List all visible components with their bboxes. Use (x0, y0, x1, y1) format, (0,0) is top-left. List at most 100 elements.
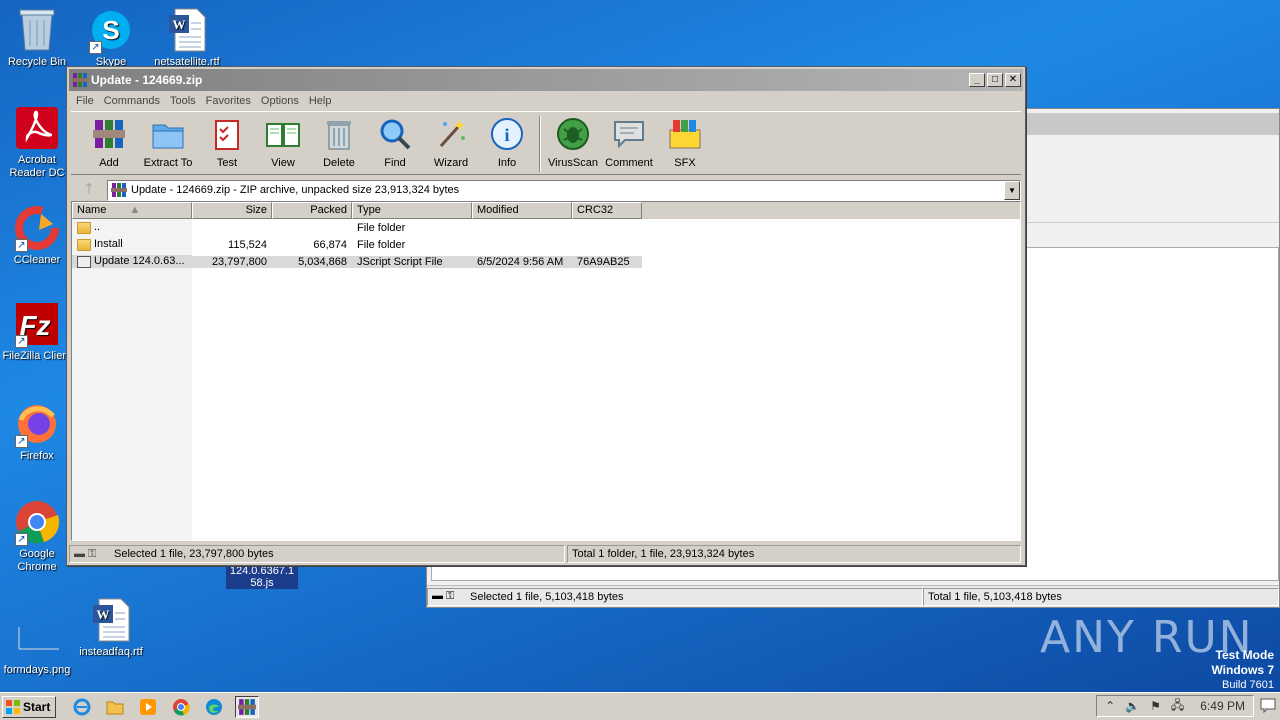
virusscan-button[interactable]: VirusScan (545, 116, 601, 169)
info-button[interactable]: i Info (479, 116, 535, 169)
table-row-selected[interactable]: Update 124.0.63... 23,797,800 5,034,868 … (72, 253, 1020, 270)
sort-ascending-icon: ▲ (129, 204, 141, 216)
menu-commands[interactable]: Commands (99, 95, 165, 107)
taskbar-ie[interactable] (70, 696, 94, 718)
desktop-icon-acrobat[interactable]: Acrobat Reader DC (0, 104, 74, 180)
desktop-icon-label: Recycle Bin (7, 56, 67, 68)
book-icon (266, 123, 300, 147)
add-button[interactable]: Add (81, 116, 137, 169)
network-icon[interactable]: 🖧 (1171, 696, 1184, 717)
file-list[interactable]: Name ▲ Size Packed Type Modified CRC32 .… (71, 201, 1021, 541)
desktop-icon-netsatellite[interactable]: W netsatellite.rtf (150, 6, 224, 69)
shortcut-arrow-icon: ↗ (15, 335, 28, 348)
folder-icon (152, 124, 184, 149)
up-one-level-button[interactable]: 🡑 (71, 178, 107, 202)
bg-status-total: Total 1 file, 5,103,418 bytes (928, 590, 1062, 603)
svg-text:W: W (97, 607, 110, 622)
word-document-icon: W (87, 596, 135, 644)
shortcut-arrow-icon: ↗ (15, 533, 28, 546)
table-row[interactable]: .. File folder (72, 219, 1020, 236)
trash-icon (327, 121, 351, 150)
shortcut-arrow-icon: ↗ (15, 239, 28, 252)
file-list-header: Name ▲ Size Packed Type Modified CRC32 (72, 202, 1020, 219)
desktop-icon-label: Google Chrome (17, 548, 57, 573)
status-icons: ▬ ⚿ (74, 547, 97, 560)
column-name[interactable]: Name ▲ (72, 202, 192, 219)
desktop-icon-insteadfaq[interactable]: W insteadfaq.rtf (74, 596, 148, 659)
column-modified[interactable]: Modified (472, 202, 572, 219)
maximize-button[interactable]: □ (987, 73, 1003, 87)
desktop-icon-firefox[interactable]: ↗ Firefox (0, 400, 74, 463)
desktop-icon-label: insteadfaq.rtf (79, 646, 143, 658)
acrobat-icon (13, 104, 61, 152)
show-hidden-icons-icon[interactable]: ⌃ (1105, 699, 1115, 713)
desktop-icon-ccleaner[interactable]: ↗ CCleaner (0, 204, 74, 267)
clock[interactable]: 6:49 PM (1200, 699, 1245, 713)
taskbar-chrome[interactable] (169, 696, 193, 718)
start-button[interactable]: Start (2, 695, 56, 718)
status-icons: ▬ ⚿ (432, 590, 455, 602)
image-file-icon (13, 614, 61, 662)
menu-file[interactable]: File (71, 95, 99, 107)
desktop-selected-file-label[interactable]: 124.0.6367.1 58.js (226, 565, 298, 589)
windows-flag-icon (6, 699, 20, 714)
comment-icon (614, 121, 644, 149)
menu-help[interactable]: Help (304, 95, 337, 107)
wizard-button[interactable]: Wizard (423, 116, 479, 169)
desktop-icon-formdays[interactable]: formdays.png (0, 614, 74, 677)
status-bar: ▬ ⚿ Selected 1 file, 23,797,800 bytes To… (67, 543, 1025, 565)
taskbar-media-player[interactable] (136, 696, 160, 718)
virus-scan-icon (557, 118, 589, 150)
taskbar: Start ⌃ 🔈 ⚑ 🖧 6:49 PM (0, 692, 1280, 720)
extract-to-button[interactable]: Extract To (137, 116, 199, 169)
column-type[interactable]: Type (352, 202, 472, 219)
minimize-button[interactable]: _ (969, 73, 985, 87)
menu-favorites[interactable]: Favorites (201, 95, 256, 107)
desktop-icon-label: CCleaner (13, 254, 61, 266)
table-row[interactable]: Install 115,524 66,874 File folder (72, 236, 1020, 253)
menu-tools[interactable]: Tools (165, 95, 201, 107)
desktop-icon-filezilla[interactable]: Fz ↗ FileZilla Client (0, 300, 74, 363)
column-packed[interactable]: Packed (272, 202, 352, 219)
window-title: Update - 124669.zip (91, 73, 203, 87)
clipboard-check-icon (215, 120, 239, 150)
column-size[interactable]: Size (192, 202, 272, 219)
sfx-button[interactable]: SFX (657, 116, 713, 169)
desktop-icon-label: Acrobat Reader DC (9, 154, 65, 179)
address-text: Update - 124669.zip - ZIP archive, unpac… (131, 184, 460, 196)
find-button[interactable]: Find (367, 116, 423, 169)
firefox-icon: ↗ (13, 400, 61, 448)
magic-wand-icon (439, 120, 465, 148)
volume-icon[interactable]: 🔈 (1125, 699, 1140, 713)
taskbar-edge[interactable] (202, 696, 226, 718)
taskbar-explorer[interactable] (103, 696, 127, 718)
address-dropdown-button[interactable]: ▼ (1004, 180, 1020, 200)
comment-button[interactable]: Comment (601, 116, 657, 169)
toolbar: Add Extract To Test View Delete Find Wiz… (71, 111, 1021, 175)
winrar-icon (72, 73, 88, 87)
taskbar-winrar[interactable] (235, 695, 259, 718)
close-button[interactable]: ✕ (1005, 73, 1021, 87)
column-crc32[interactable]: CRC32 (572, 202, 642, 219)
bg-status-selected: Selected 1 file, 5,103,418 bytes (470, 590, 624, 603)
winrar-window[interactable]: Update - 124669.zip _ □ ✕ File Commands … (66, 66, 1026, 566)
desktop-icon-chrome[interactable]: ↗ Google Chrome (0, 498, 74, 574)
menu-options[interactable]: Options (256, 95, 304, 107)
winrar-icon (238, 698, 256, 715)
view-button[interactable]: View (255, 116, 311, 169)
desktop-icon-recycle-bin[interactable]: Recycle Bin (0, 6, 74, 69)
filezilla-icon: Fz ↗ (13, 300, 61, 348)
desktop-icon-label: FileZilla Client (2, 350, 72, 362)
action-center-icon[interactable]: ⚑ (1150, 699, 1161, 713)
desktop-icon-skype[interactable]: S ↗ Skype (74, 6, 148, 69)
shortcut-arrow-icon: ↗ (89, 41, 102, 54)
delete-button[interactable]: Delete (311, 116, 367, 169)
system-tray: ⌃ 🔈 ⚑ 🖧 6:49 PM (1096, 695, 1254, 717)
test-button[interactable]: Test (199, 116, 255, 169)
edge-icon (206, 698, 222, 715)
window-titlebar[interactable]: Update - 124669.zip _ □ ✕ (69, 69, 1023, 91)
arrow-up-icon: 🡑 (85, 180, 93, 196)
address-field[interactable]: Update - 124669.zip - ZIP archive, unpac… (107, 179, 1021, 201)
notification-icon[interactable] (1260, 697, 1276, 713)
desktop-icon-label: Firefox (20, 450, 54, 462)
